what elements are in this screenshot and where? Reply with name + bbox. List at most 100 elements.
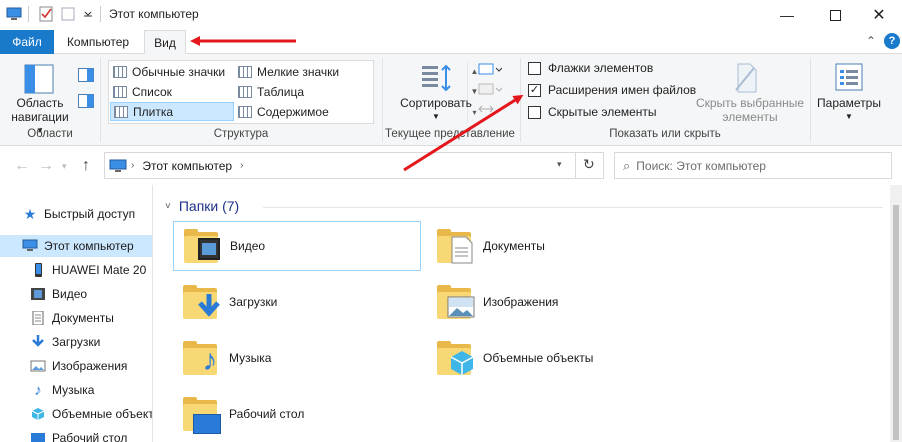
folder-tile-documents[interactable]: Документы: [427, 221, 675, 271]
computer-icon[interactable]: [6, 6, 22, 22]
forward-icon[interactable]: →: [38, 157, 54, 175]
sort-by-label: Сортировать: [400, 96, 472, 110]
folder-tile-pictures[interactable]: Изображения: [427, 277, 675, 327]
layout-item-tiles[interactable]: Плитка: [110, 102, 234, 121]
sidebar-item-downloads[interactable]: Загрузки: [0, 331, 152, 353]
separator: [520, 58, 521, 142]
sidebar-item-quick-access[interactable]: ★ Быстрый доступ: [0, 203, 152, 225]
folder-tile-3d-objects[interactable]: Объемные объекты: [427, 333, 675, 383]
section-divider: [263, 207, 883, 208]
content-area: ˅ Папки (7) Видео Загрузки ♪ Музыка Рабо…: [153, 185, 902, 442]
sidebar-item-desktop[interactable]: Рабочий стол: [0, 427, 152, 442]
sidebar-item-phone[interactable]: HUAWEI Mate 20: [0, 259, 152, 281]
tab-view[interactable]: Вид: [144, 30, 186, 55]
section-title: Папки (7): [178, 198, 240, 214]
maximize-button[interactable]: [812, 0, 858, 30]
desktop-icon: [31, 433, 45, 442]
content-scrollbar[interactable]: [890, 185, 902, 442]
chevron-right-icon[interactable]: ›: [131, 160, 134, 171]
folder-tile-music[interactable]: ♪ Музыка: [173, 333, 421, 383]
chevron-down-icon: ▼: [432, 112, 440, 121]
navigation-pane-label-2: навигации: [11, 110, 69, 124]
layout-item-details[interactable]: Таблица: [235, 82, 365, 101]
address-dropdown-icon[interactable]: ▾: [557, 159, 562, 170]
music-folder-icon: ♪: [181, 338, 221, 378]
hide-selected-items-icon[interactable]: [732, 62, 760, 94]
add-columns-icon[interactable]: [478, 82, 502, 96]
maximize-icon: [829, 9, 841, 21]
recent-locations-icon[interactable]: ▾: [62, 161, 67, 172]
pictures-icon: [30, 360, 46, 372]
downloads-icon: [32, 335, 44, 347]
chevron-right-icon[interactable]: ›: [240, 160, 243, 171]
computer-icon: [109, 159, 127, 172]
breadcrumb-this-pc[interactable]: Этот компьютер: [142, 159, 232, 173]
new-folder-icon[interactable]: [60, 6, 76, 22]
sidebar-item-label: Музыка: [52, 383, 95, 397]
layout-item-content[interactable]: Содержимое: [235, 102, 365, 121]
file-name-extensions-toggle[interactable]: ✓ Расширения имен файлов: [528, 80, 696, 100]
close-button[interactable]: ✕: [856, 0, 902, 30]
checkbox-checked[interactable]: ✓: [528, 83, 541, 97]
scrollbar-thumb[interactable]: [893, 205, 899, 440]
search-box[interactable]: ⌕ Поиск: Этот компьютер: [614, 152, 892, 179]
checkbox[interactable]: [528, 105, 541, 119]
layout-item-medium-icons[interactable]: Обычные значки: [110, 62, 234, 81]
options-button[interactable]: Параметры ▼: [814, 96, 884, 124]
layout-item-small-icons[interactable]: Мелкие значки: [235, 62, 365, 81]
layout-item-list[interactable]: Список: [110, 82, 234, 101]
address-bar[interactable]: › Этот компьютер › ▾ ↻: [104, 152, 604, 179]
list-icon: [113, 85, 127, 98]
minimize-button[interactable]: —: [764, 0, 810, 30]
group-label-layout: Структура: [213, 128, 269, 140]
sidebar-item-3d-objects[interactable]: Объемные объекты: [0, 403, 152, 425]
group-label-show-hide: Показать или скрыть: [609, 128, 721, 140]
tab-file[interactable]: Файл: [0, 30, 54, 54]
ribbon: Область навигации ▼ Области Обычные знач…: [0, 54, 902, 146]
navigation-pane: ★ Быстрый доступ Этот компьютер HUAWEI M…: [0, 185, 152, 442]
navigation-pane-icon[interactable]: [24, 64, 54, 94]
sidebar-item-label: Видео: [52, 287, 88, 301]
folder-tile-video[interactable]: Видео: [173, 221, 421, 271]
sidebar-item-this-pc[interactable]: Этот компьютер: [0, 235, 152, 257]
size-columns-icon[interactable]: [478, 102, 494, 116]
sort-by-icon[interactable]: [420, 62, 454, 96]
details-pane-icon[interactable]: [78, 94, 94, 108]
sidebar-item-label: HUAWEI Mate 20: [52, 263, 147, 277]
3d-objects-folder-icon: [435, 338, 475, 378]
folder-tile-desktop[interactable]: Рабочий стол: [173, 389, 421, 439]
item-check-boxes-toggle[interactable]: Флажки элементов: [528, 58, 653, 78]
separator: [28, 6, 29, 22]
search-input[interactable]: Поиск: Этот компьютер: [636, 159, 766, 173]
separator: [100, 58, 101, 142]
help-icon[interactable]: ?: [884, 33, 900, 49]
checkbox-label: Скрытые элементы: [548, 105, 657, 119]
expand-ribbon-icon[interactable]: ⌃: [866, 34, 876, 48]
sidebar-item-pictures[interactable]: Изображения: [0, 355, 152, 377]
folder-tile-downloads[interactable]: Загрузки: [173, 277, 421, 327]
properties-icon[interactable]: [38, 6, 54, 22]
sidebar-item-music[interactable]: ♪ Музыка: [0, 379, 152, 401]
checkbox[interactable]: [528, 61, 541, 75]
back-icon[interactable]: ←: [14, 157, 30, 175]
options-icon[interactable]: [834, 62, 864, 92]
customize-quick-access-icon[interactable]: [80, 6, 96, 22]
hide-selected-items-button[interactable]: Скрыть выбранные элементы: [694, 96, 806, 124]
layout-item-label: Таблица: [257, 84, 305, 99]
folder-name: Рабочий стол: [229, 407, 305, 421]
close-icon: ✕: [872, 7, 886, 24]
group-by-icon[interactable]: [478, 62, 502, 76]
refresh-icon[interactable]: ↻: [583, 156, 595, 173]
sidebar-item-documents[interactable]: Документы: [0, 307, 152, 329]
hidden-items-toggle[interactable]: Скрытые элементы: [528, 102, 657, 122]
navigation-bar: ← → ▾ ↑ › Этот компьютер › ▾ ↻ ⌕ Поиск: …: [0, 147, 902, 185]
sidebar-item-video[interactable]: Видео: [0, 283, 152, 305]
preview-pane-icon[interactable]: [78, 68, 94, 82]
grid-icon: [238, 65, 252, 78]
folder-name: Загрузки: [229, 295, 278, 309]
tab-computer[interactable]: Компьютер: [58, 30, 138, 54]
up-icon[interactable]: ↑: [82, 157, 90, 175]
sort-by-button[interactable]: Сортировать ▼: [396, 96, 476, 124]
section-header-folders[interactable]: ˅ Папки (7): [165, 198, 239, 214]
chevron-down-icon[interactable]: ˅: [165, 201, 171, 212]
